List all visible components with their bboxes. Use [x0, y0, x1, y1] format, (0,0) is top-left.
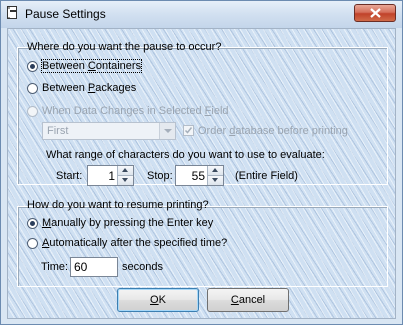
radio-between-containers[interactable]: Between Containers — [27, 59, 143, 73]
radio-label: Manually by pressing the Enter key — [42, 217, 214, 229]
stop-label: Stop: — [147, 170, 173, 182]
radio-circle[interactable] — [27, 82, 38, 94]
time-input[interactable]: 60 — [70, 257, 118, 277]
radio-label: Between Containers — [40, 59, 143, 73]
spin-down-icon[interactable] — [118, 176, 133, 185]
order-database-checkbox[interactable] — [183, 125, 194, 136]
radio-manual-enter[interactable]: Manually by pressing the Enter key — [27, 216, 213, 230]
time-unit-label: seconds — [122, 261, 163, 273]
close-button[interactable] — [354, 4, 396, 22]
app-icon — [7, 6, 19, 20]
radio-label: When Data Changes in Selected Field — [42, 105, 229, 117]
stop-spinner-buttons — [207, 166, 223, 185]
range-prompt: What range of characters do you want to … — [46, 149, 325, 161]
dialog-body: Where do you want the pause to occur? Be… — [7, 28, 396, 319]
pause-location-legend: Where do you want the pause to occur? — [27, 41, 222, 53]
radio-between-packages[interactable]: Between Packages — [27, 81, 136, 95]
radio-data-changes[interactable]: When Data Changes in Selected Field — [27, 104, 229, 118]
spin-up-icon[interactable] — [208, 166, 223, 176]
start-label: Start: — [56, 170, 83, 182]
start-spinner-buttons — [117, 166, 133, 185]
stop-spinner[interactable]: 55 — [175, 165, 224, 186]
radio-circle[interactable] — [27, 105, 38, 117]
field-select[interactable]: First — [42, 122, 176, 140]
radio-label: Between Packages — [42, 82, 137, 94]
cancel-button[interactable]: Cancel — [207, 288, 289, 312]
radio-circle[interactable] — [27, 237, 38, 249]
field-select-value: First — [47, 125, 69, 137]
dialog-window: Pause Settings Where do you want the pau… — [0, 0, 403, 325]
resume-legend: How do you want to resume printing? — [27, 199, 209, 211]
spin-down-icon[interactable] — [208, 176, 223, 185]
close-icon — [370, 8, 381, 18]
radio-circle[interactable] — [27, 60, 38, 72]
entire-field-note: (Entire Field) — [235, 170, 298, 182]
radio-automatic-time[interactable]: Automatically after the specified time? — [27, 236, 227, 250]
window-title: Pause Settings — [25, 7, 106, 21]
radio-circle[interactable] — [27, 217, 38, 229]
time-label: Time: — [41, 261, 69, 273]
start-spinner[interactable]: 1 — [87, 165, 134, 186]
spin-up-icon[interactable] — [118, 166, 133, 176]
start-value: 1 — [108, 169, 115, 183]
radio-label: Automatically after the specified time? — [42, 237, 228, 249]
order-database-label: Order database before printing — [198, 125, 348, 137]
ok-button[interactable]: OK — [117, 288, 199, 312]
checkmark-icon — [184, 127, 193, 134]
title-bar[interactable]: Pause Settings — [1, 1, 402, 28]
chevron-down-icon[interactable] — [159, 123, 175, 139]
stop-value: 55 — [191, 169, 205, 183]
